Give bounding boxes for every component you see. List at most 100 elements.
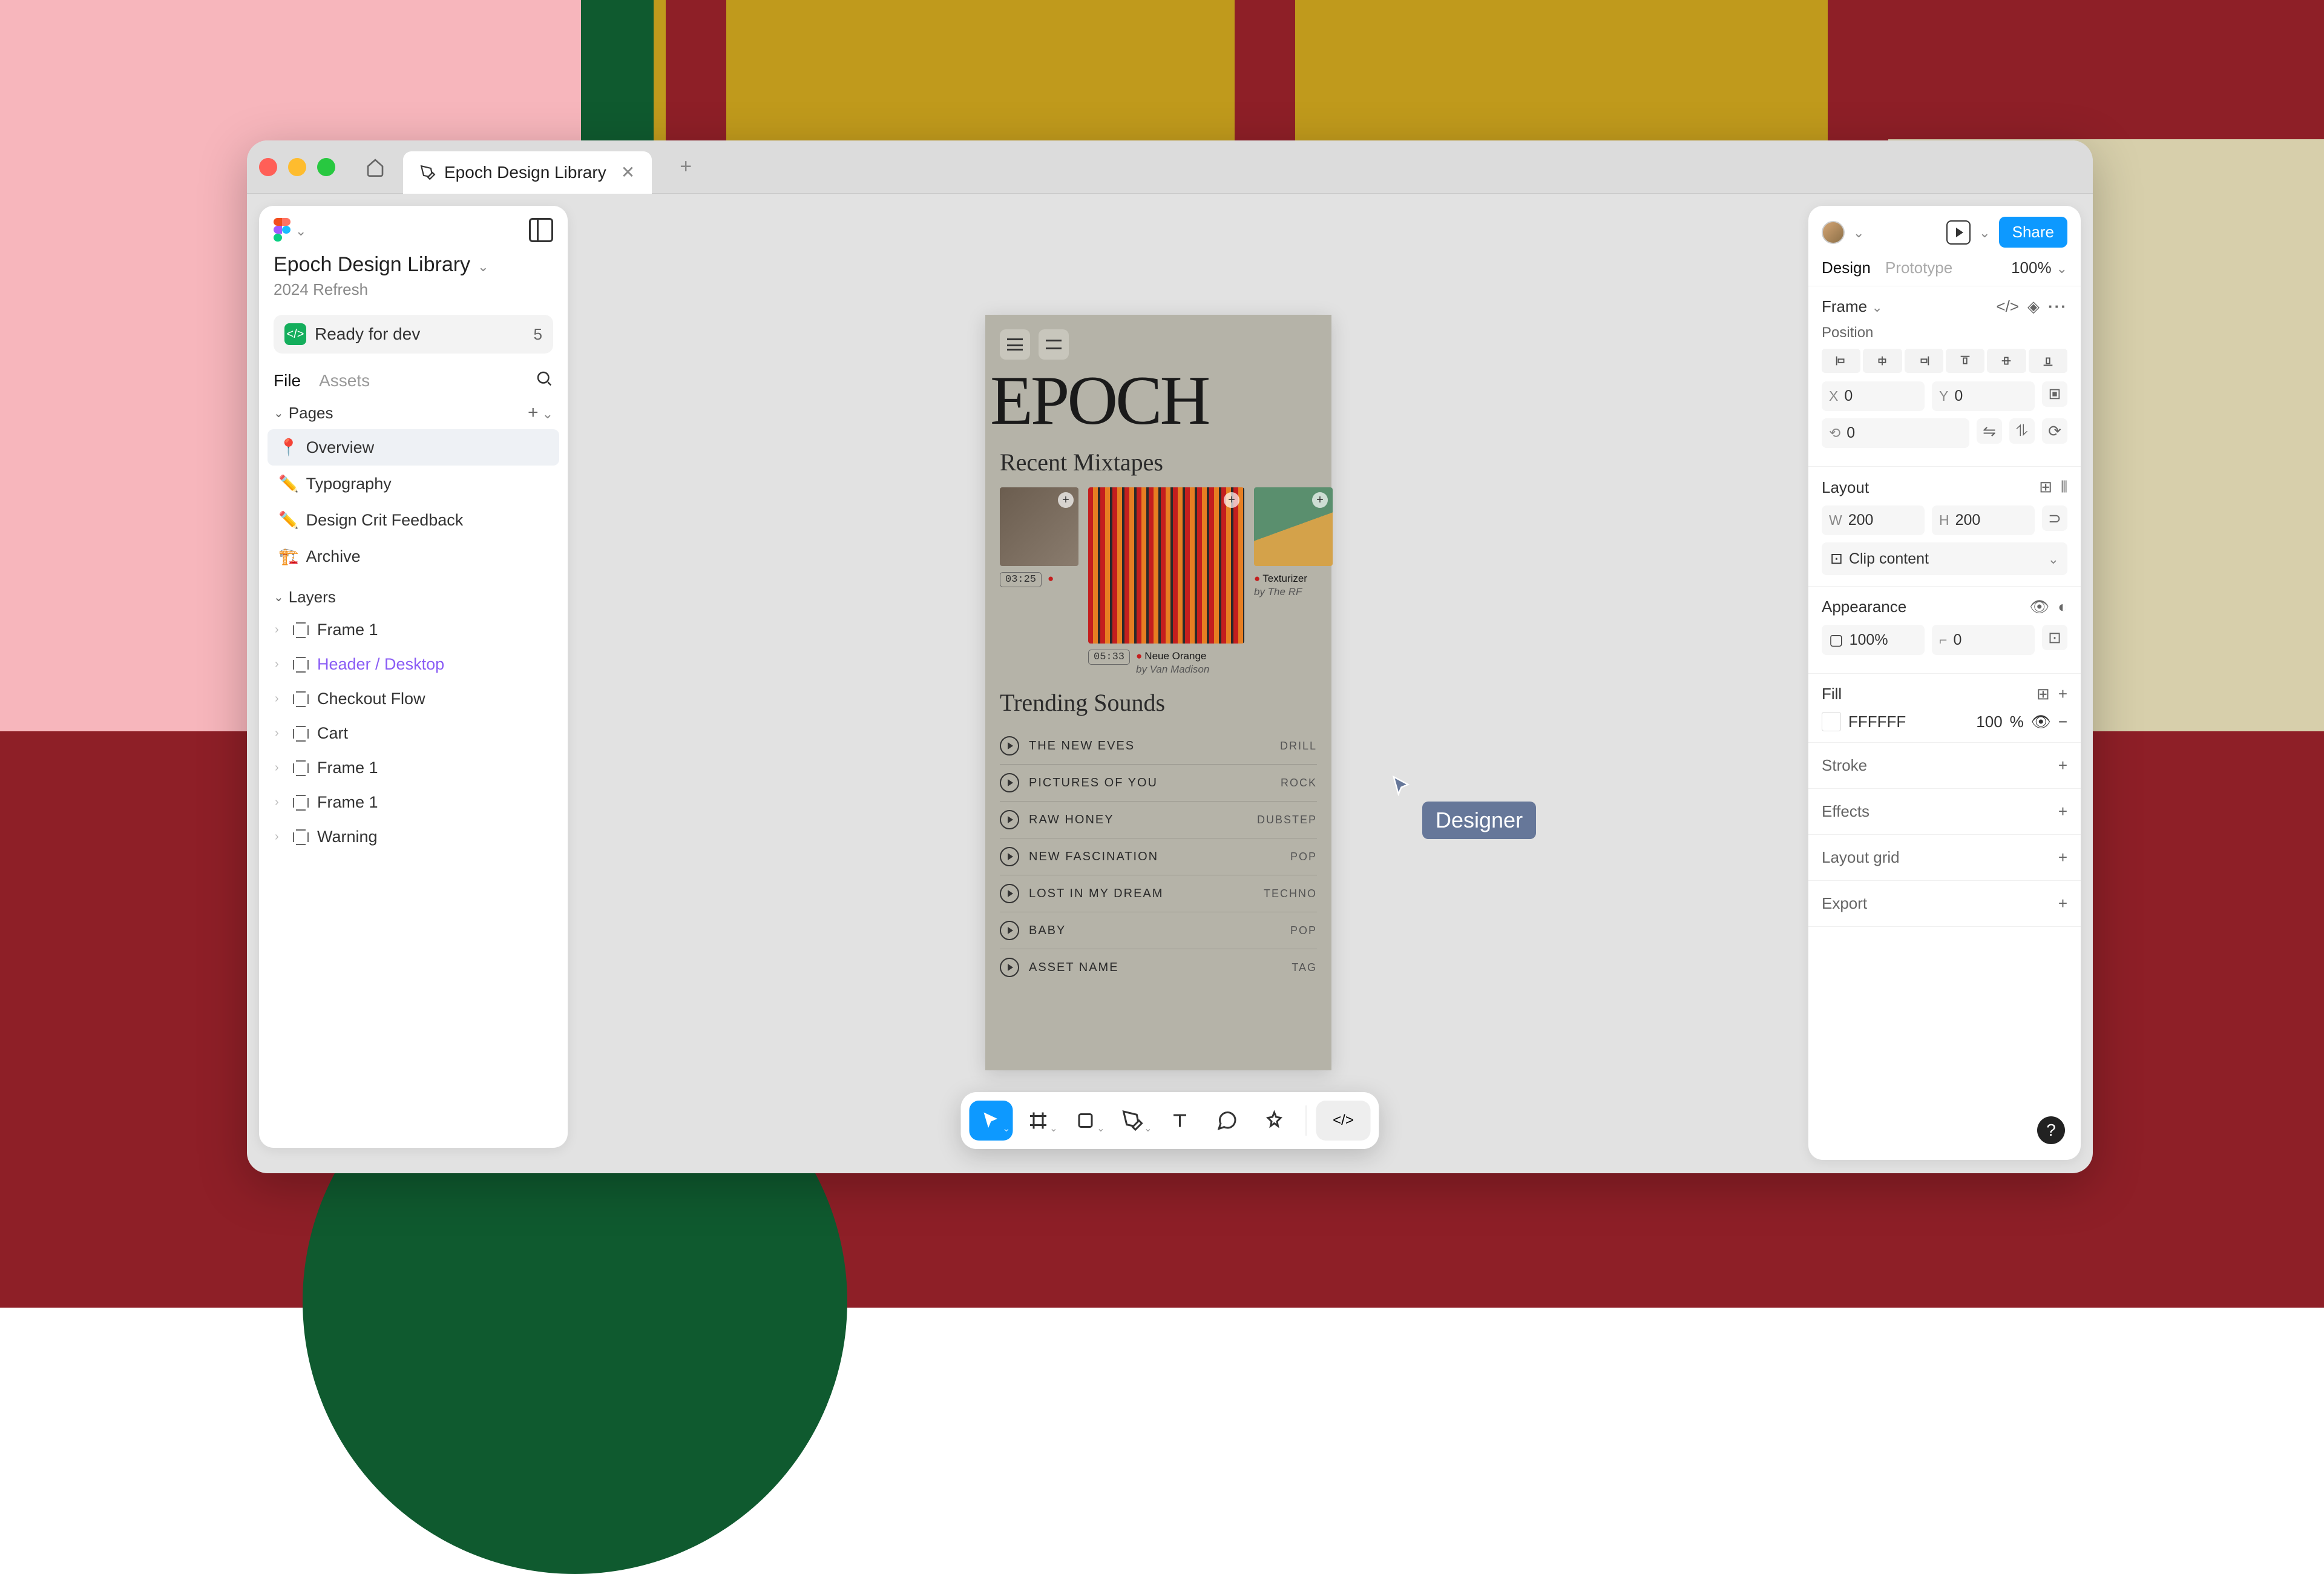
pages-section-toggle[interactable]: ⌄Pages — [274, 404, 333, 423]
add-stroke-button[interactable]: + — [2058, 756, 2067, 775]
help-button[interactable]: ? — [2037, 1116, 2065, 1144]
layers-section-toggle[interactable]: ⌄Layers — [274, 588, 336, 607]
toggle-sidebar-button[interactable] — [529, 218, 553, 242]
maximize-window-button[interactable] — [317, 158, 335, 176]
close-window-button[interactable] — [259, 158, 277, 176]
clip-icon: ⊡ — [1830, 550, 1843, 568]
page-item[interactable]: ✏️Typography — [268, 466, 559, 502]
page-item[interactable]: ✏️Design Crit Feedback — [268, 502, 559, 538]
flip-v-button[interactable]: ⥮ — [2009, 418, 2035, 444]
layer-item[interactable]: ›Frame 1 — [264, 613, 563, 647]
clip-content-dropdown[interactable]: ⊡ Clip content — [1822, 542, 2067, 575]
x-input[interactable]: X0 — [1822, 381, 1925, 411]
devmode-toggle[interactable]: </> — [1316, 1101, 1371, 1141]
collaborator-cursor: Designer — [1391, 775, 1414, 801]
align-bottom-button[interactable] — [2029, 349, 2067, 373]
present-dropdown[interactable] — [1979, 223, 1990, 242]
text-tool[interactable] — [1158, 1101, 1202, 1141]
epoch-logo: EPOCH — [985, 366, 1331, 436]
page-item[interactable]: 📍Overview — [268, 429, 559, 466]
play-icon — [1000, 921, 1019, 940]
avatar-dropdown[interactable] — [1853, 223, 1864, 242]
remove-fill-button[interactable]: − — [2058, 713, 2067, 731]
figma-menu-button[interactable] — [274, 218, 306, 242]
page-item[interactable]: 🏗️Archive — [268, 538, 559, 575]
layer-item[interactable]: ›Header / Desktop — [264, 647, 563, 682]
fill-hex-input[interactable]: FFFFFF — [1848, 713, 1969, 731]
user-avatar[interactable] — [1822, 221, 1845, 244]
sound-row: LOST IN MY DREAMTECHNO — [1000, 875, 1317, 912]
frame-icon — [293, 760, 309, 776]
tab-design[interactable]: Design — [1822, 258, 1871, 277]
rotation-input[interactable]: ⟲0 — [1822, 418, 1969, 448]
layer-item[interactable]: ›Frame 1 — [264, 785, 563, 820]
align-vcenter-button[interactable] — [1987, 349, 2026, 373]
tab-add-button[interactable]: + — [674, 155, 698, 179]
sound-row: PICTURES OF YOUROCK — [1000, 765, 1317, 802]
align-right-button[interactable] — [1905, 349, 1943, 373]
actions-tool[interactable] — [1253, 1101, 1296, 1141]
layer-item[interactable]: ›Cart — [264, 716, 563, 751]
tab-current[interactable]: Epoch Design Library ✕ — [403, 151, 652, 194]
add-export-button[interactable]: + — [2058, 894, 2067, 913]
component-icon[interactable]: ◈ — [2027, 297, 2040, 316]
constrain-button[interactable]: ⊃ — [2042, 505, 2067, 531]
tab-close-button[interactable]: ✕ — [621, 162, 635, 182]
y-input[interactable]: Y0 — [1932, 381, 2035, 411]
toolbar: ⌄ ⌄ ⌄ ⌄ </> — [961, 1092, 1379, 1149]
align-left-button[interactable] — [1822, 349, 1860, 373]
menu-icon — [1000, 329, 1030, 360]
add-fill-button[interactable]: + — [2058, 685, 2067, 703]
comment-tool[interactable] — [1206, 1101, 1249, 1141]
zoom-dropdown[interactable]: 100% — [2011, 258, 2067, 277]
fill-swatch[interactable] — [1822, 712, 1841, 731]
ready-for-dev-button[interactable]: </> Ready for dev 5 — [274, 315, 553, 354]
add-page-button[interactable]: + — [528, 403, 553, 423]
layer-item[interactable]: ›Warning — [264, 820, 563, 854]
corner-input[interactable]: ⌐0 — [1932, 625, 2035, 655]
layer-item[interactable]: ›Frame 1 — [264, 751, 563, 785]
search-button[interactable] — [535, 369, 553, 392]
corner-detail-button[interactable]: ⊡ — [2042, 625, 2067, 650]
fill-pct-input[interactable]: 100 — [1976, 713, 2002, 731]
move-tool[interactable]: ⌄ — [970, 1101, 1013, 1141]
pen-tool[interactable]: ⌄ — [1111, 1101, 1155, 1141]
autolayout-v-button[interactable]: ⊞ — [2039, 478, 2052, 497]
align-top-button[interactable] — [1946, 349, 1984, 373]
code-icon[interactable]: </> — [1996, 297, 2019, 316]
layer-item[interactable]: ›Checkout Flow — [264, 682, 563, 716]
align-hcenter-button[interactable] — [1863, 349, 1902, 373]
fill-styles-button[interactable]: ⊞ — [2037, 685, 2050, 703]
present-button[interactable] — [1946, 220, 1971, 245]
mixtape-art: + — [1088, 487, 1244, 644]
recent-mixtapes-title: Recent Mixtapes — [1000, 448, 1317, 476]
frame-tool[interactable]: ⌄ — [1017, 1101, 1060, 1141]
tab-prototype[interactable]: Prototype — [1885, 258, 1952, 277]
visibility-icon[interactable]: 👁 — [2029, 598, 2049, 616]
opacity-input[interactable]: ▢100% — [1822, 625, 1925, 655]
layout-grid-label: Layout grid — [1822, 848, 1900, 867]
tab-assets[interactable]: Assets — [319, 371, 370, 390]
rotate-button[interactable]: ⟳ — [2042, 418, 2067, 444]
height-input[interactable]: H200 — [1932, 505, 2035, 535]
add-grid-button[interactable]: + — [2058, 848, 2067, 867]
abs-position-button[interactable] — [2042, 381, 2067, 407]
more-icon[interactable]: ··· — [2048, 297, 2067, 316]
home-button[interactable] — [357, 149, 393, 185]
share-button[interactable]: Share — [1999, 217, 2067, 248]
fill-visibility-button[interactable]: 👁 — [2031, 713, 2051, 731]
width-input[interactable]: W200 — [1822, 505, 1925, 535]
canvas-frame[interactable]: EPOCH Recent Mixtapes +03:25●+05:33●Neue… — [985, 315, 1331, 1070]
blend-icon[interactable]: ◐ — [2058, 598, 2067, 616]
frame-type-dropdown[interactable]: Frame — [1822, 297, 1883, 316]
titlebar: Epoch Design Library ✕ + — [247, 140, 2093, 194]
frame-icon — [293, 726, 309, 742]
autolayout-h-button[interactable]: ⫴ — [2061, 478, 2067, 497]
tab-file[interactable]: File — [274, 371, 301, 390]
minimize-window-button[interactable] — [288, 158, 306, 176]
add-effect-button[interactable]: + — [2058, 802, 2067, 821]
flip-h-button[interactable]: ⇋ — [1977, 418, 2002, 444]
shape-tool[interactable]: ⌄ — [1064, 1101, 1108, 1141]
file-title-dropdown[interactable]: Epoch Design Library — [274, 253, 553, 277]
add-icon: + — [1312, 492, 1328, 508]
